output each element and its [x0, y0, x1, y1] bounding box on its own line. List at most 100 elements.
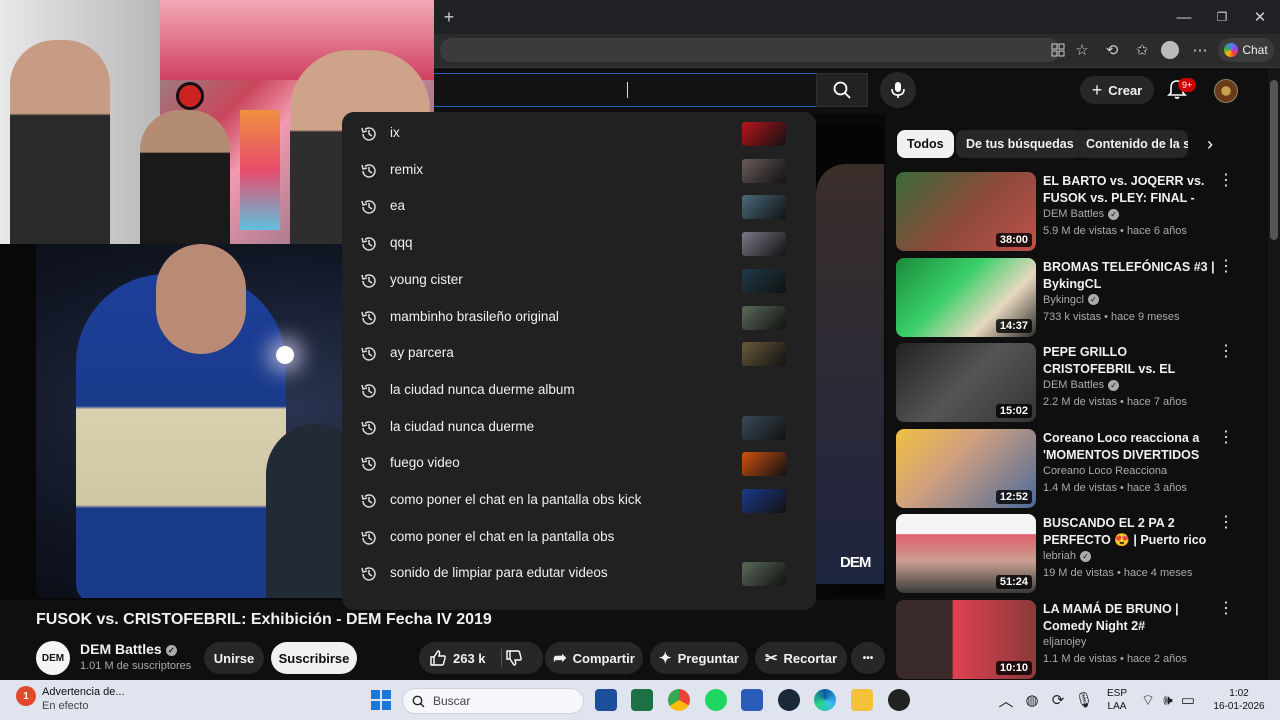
microphone-icon: [891, 82, 905, 98]
recommended-thumbnail[interactable]: 14:37: [896, 257, 1036, 337]
profile-icon[interactable]: [1158, 38, 1182, 62]
copilot-icon: [1224, 43, 1239, 57]
search-suggestion-item[interactable]: sonido de limpiar para edutar videos: [342, 556, 816, 592]
suggestion-text: fuego video: [390, 455, 460, 471]
account-avatar[interactable]: [1214, 79, 1238, 103]
chip-all[interactable]: Todos: [897, 130, 954, 158]
apps-grid-icon[interactable]: [1046, 38, 1070, 62]
join-button[interactable]: Unirse: [204, 642, 264, 674]
recommended-title[interactable]: PEPE GRILLO CRISTOFEBRIL vs. EL MENOR EL…: [1043, 344, 1215, 378]
search-suggestion-item[interactable]: como poner el chat en la pantalla obs: [342, 520, 816, 556]
sparkle-icon: ✦: [659, 650, 672, 667]
maximize-button[interactable]: ❐: [1210, 5, 1234, 29]
recommended-thumbnail[interactable]: 15:02: [896, 343, 1036, 422]
excel-icon[interactable]: [631, 689, 653, 711]
recommended-thumbnail[interactable]: 38:00: [896, 172, 1036, 251]
ask-button[interactable]: ✦ Preguntar: [650, 642, 748, 674]
recommended-video[interactable]: 15:02 PEPE GRILLO CRISTOFEBRIL vs. EL MEN…: [896, 343, 1246, 423]
store-icon[interactable]: [595, 689, 617, 711]
search-suggestion-item[interactable]: ix: [342, 116, 816, 152]
like-button[interactable]: 263 k: [429, 649, 486, 667]
kebab-menu-icon[interactable]: ⋮: [1218, 515, 1234, 534]
recommended-video[interactable]: 51:24 BUSCANDO EL 2 PA 2 PERFECTO 😍 | Pue…: [896, 514, 1246, 594]
recommended-channel[interactable]: DEM Battles ✓: [1043, 379, 1120, 391]
obs-icon[interactable]: [888, 689, 910, 711]
search-suggestion-item[interactable]: qqq: [342, 226, 816, 262]
chrome-icon[interactable]: [668, 689, 690, 711]
chips-next-chevron-icon[interactable]: ›: [1198, 132, 1222, 156]
search-suggestion-item[interactable]: ea: [342, 189, 816, 225]
notification-title[interactable]: Advertencia de...: [42, 686, 125, 698]
recommended-video[interactable]: 10:10 LA MAMÁ DE BRUNO | Comedy Night 2# e…: [896, 599, 1246, 680]
search-suggestion-item[interactable]: mambinho brasileño original: [342, 300, 816, 336]
recommended-channel[interactable]: lebriah ✓: [1043, 550, 1092, 562]
spotify-icon[interactable]: [705, 689, 727, 711]
more-actions-button[interactable]: •••: [851, 642, 885, 674]
recommended-channel[interactable]: Bykingcl ✓: [1043, 294, 1099, 306]
dislike-button[interactable]: [505, 649, 523, 670]
recommended-thumbnail[interactable]: 10:10: [896, 599, 1036, 679]
copilot-chat-button[interactable]: Chat: [1218, 38, 1274, 62]
recommended-thumbnail[interactable]: 12:52: [896, 428, 1036, 508]
chip-series-content[interactable]: Contenido de la ser: [1076, 130, 1188, 158]
file-explorer-icon[interactable]: [851, 689, 873, 711]
page-scrollbar-thumb[interactable]: [1270, 80, 1278, 240]
recommended-channel[interactable]: DEM Battles ✓: [1043, 208, 1120, 220]
clock[interactable]: 1:02 16-01-2026: [1206, 687, 1272, 713]
recommended-channel-name: eljanojey: [1043, 635, 1087, 648]
channel-name[interactable]: DEM Battles ✓: [80, 641, 177, 657]
kebab-menu-icon[interactable]: ⋮: [1218, 429, 1234, 449]
language-indicator[interactable]: ESP LAA: [1104, 687, 1130, 713]
extensions-icon[interactable]: ⟲: [1100, 38, 1124, 62]
search-suggestion-item[interactable]: fuego video: [342, 446, 816, 482]
kebab-menu-icon[interactable]: ⋮: [1218, 258, 1234, 278]
search-suggestion-item[interactable]: young cister: [342, 263, 816, 299]
notification-app-icon[interactable]: 1: [16, 686, 36, 706]
channel-avatar[interactable]: DEM: [36, 641, 70, 675]
address-bar[interactable]: [440, 38, 1060, 62]
kebab-menu-icon[interactable]: ⋮: [1218, 600, 1234, 620]
tray-microphone-icon[interactable]: 🎙︎: [1072, 688, 1096, 712]
minimize-button[interactable]: —: [1172, 5, 1196, 29]
voice-search-button[interactable]: [880, 72, 916, 108]
recommended-title[interactable]: BROMAS TELEFÓNICAS #3 | BykingCL: [1043, 259, 1215, 293]
recommended-title[interactable]: Coreano Loco reacciona a 'MOMENTOS DIVER…: [1043, 430, 1215, 464]
recommended-title[interactable]: BUSCANDO EL 2 PA 2 PERFECTO 😍 | Puerto r…: [1043, 515, 1215, 549]
windows-start-icon[interactable]: [370, 689, 392, 711]
tray-sync-icon[interactable]: ⟳: [1046, 688, 1070, 712]
search-suggestion-item[interactable]: la ciudad nunca duerme album: [342, 373, 816, 409]
tray-overflow-chevron-icon[interactable]: ︿: [994, 688, 1018, 712]
recommended-channel[interactable]: Coreano Loco Reacciona: [1043, 465, 1167, 477]
taskbar-search-box[interactable]: Buscar: [402, 688, 584, 714]
share-button[interactable]: ➦ Compartir: [545, 642, 643, 674]
kebab-menu-icon[interactable]: ⋮: [1218, 344, 1234, 363]
recommended-thumbnail[interactable]: 51:24: [896, 514, 1036, 593]
subscribe-button[interactable]: Suscribirse: [271, 642, 357, 674]
search-suggestion-item[interactable]: como poner el chat en la pantalla obs ki…: [342, 483, 816, 519]
favorite-star-icon[interactable]: ☆: [1070, 38, 1094, 62]
chip-from-searches[interactable]: De tus búsquedas: [956, 130, 1084, 158]
search-input[interactable]: [430, 73, 816, 107]
recommended-video[interactable]: 14:37 BROMAS TELEFÓNICAS #3 | BykingCL Byk…: [896, 257, 1246, 338]
kebab-menu-icon[interactable]: ⋮: [1218, 173, 1234, 192]
word-icon[interactable]: [741, 689, 763, 711]
battery-icon[interactable]: ▭: [1176, 688, 1200, 712]
recommended-title[interactable]: LA MAMÁ DE BRUNO | Comedy Night 2#: [1043, 601, 1215, 635]
search-suggestion-item[interactable]: remix: [342, 153, 816, 189]
clip-button[interactable]: ✂ Recortar: [755, 642, 847, 674]
favorites-icon[interactable]: ✩: [1130, 38, 1154, 62]
recommended-video[interactable]: 12:52 Coreano Loco reacciona a 'MOMENTOS …: [896, 428, 1246, 509]
search-suggestion-item[interactable]: la ciudad nunca duerme: [342, 410, 816, 446]
recommended-title[interactable]: EL BARTO vs. JOQERR vs. FUSOK vs. PLEY: …: [1043, 173, 1215, 207]
steam-icon[interactable]: [778, 689, 800, 711]
edge-icon[interactable]: [814, 689, 836, 711]
search-suggestion-item[interactable]: ay parcera: [342, 336, 816, 372]
recommended-channel[interactable]: eljanojey: [1043, 636, 1086, 648]
more-menu-icon[interactable]: ⋯: [1188, 38, 1212, 62]
create-button[interactable]: + Crear: [1080, 76, 1154, 104]
close-window-button[interactable]: ✕: [1248, 5, 1272, 29]
recommended-video[interactable]: 38:00 EL BARTO vs. JOQERR vs. FUSOK vs. P…: [896, 172, 1246, 252]
new-tab-button[interactable]: +: [437, 5, 461, 29]
search-button[interactable]: [816, 73, 868, 107]
tray-app-icon[interactable]: ◍: [1020, 688, 1044, 712]
